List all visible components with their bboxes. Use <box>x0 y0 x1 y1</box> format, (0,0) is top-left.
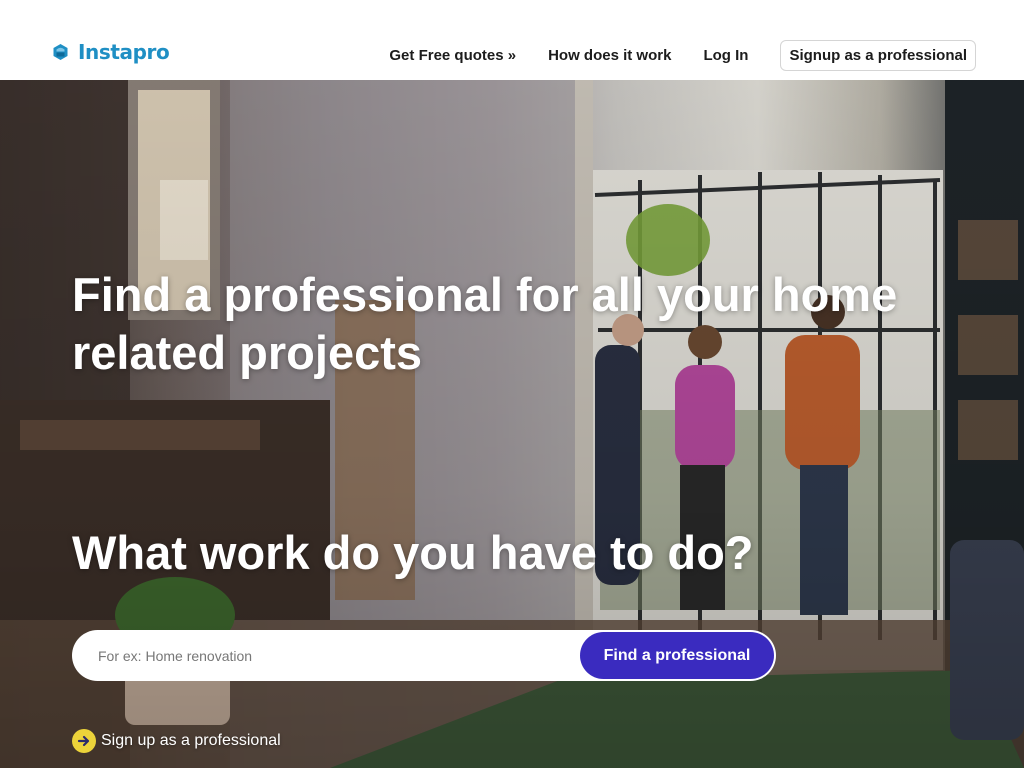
logo[interactable]: Instapro <box>52 40 170 64</box>
hero-question: What work do you have to do? <box>72 526 754 579</box>
arrow-right-circle-icon <box>72 729 96 753</box>
nav-get-free-quotes[interactable]: Get Free quotes » <box>389 47 516 64</box>
nav-login[interactable]: Log In <box>703 47 748 64</box>
hero-title: Find a professional for all your home re… <box>72 268 898 379</box>
signup-professional-button[interactable]: Signup as a professional <box>780 40 976 71</box>
logo-text: Instapro <box>78 40 170 64</box>
main-nav: Get Free quotes » How does it work Log I… <box>389 40 976 71</box>
signup-link-label: Sign up as a professional <box>101 732 281 749</box>
nav-how-it-works[interactable]: How does it work <box>548 47 671 64</box>
find-professional-button[interactable]: Find a professional <box>580 632 774 679</box>
search-input[interactable] <box>72 630 580 681</box>
hero-section: Find a professional for all your home re… <box>0 80 1024 768</box>
instapro-logo-icon <box>52 43 69 61</box>
search-form: Find a professional <box>72 630 776 681</box>
site-header: Instapro Get Free quotes » How does it w… <box>0 0 1024 80</box>
signup-professional-link[interactable]: Sign up as a professional <box>72 729 281 753</box>
